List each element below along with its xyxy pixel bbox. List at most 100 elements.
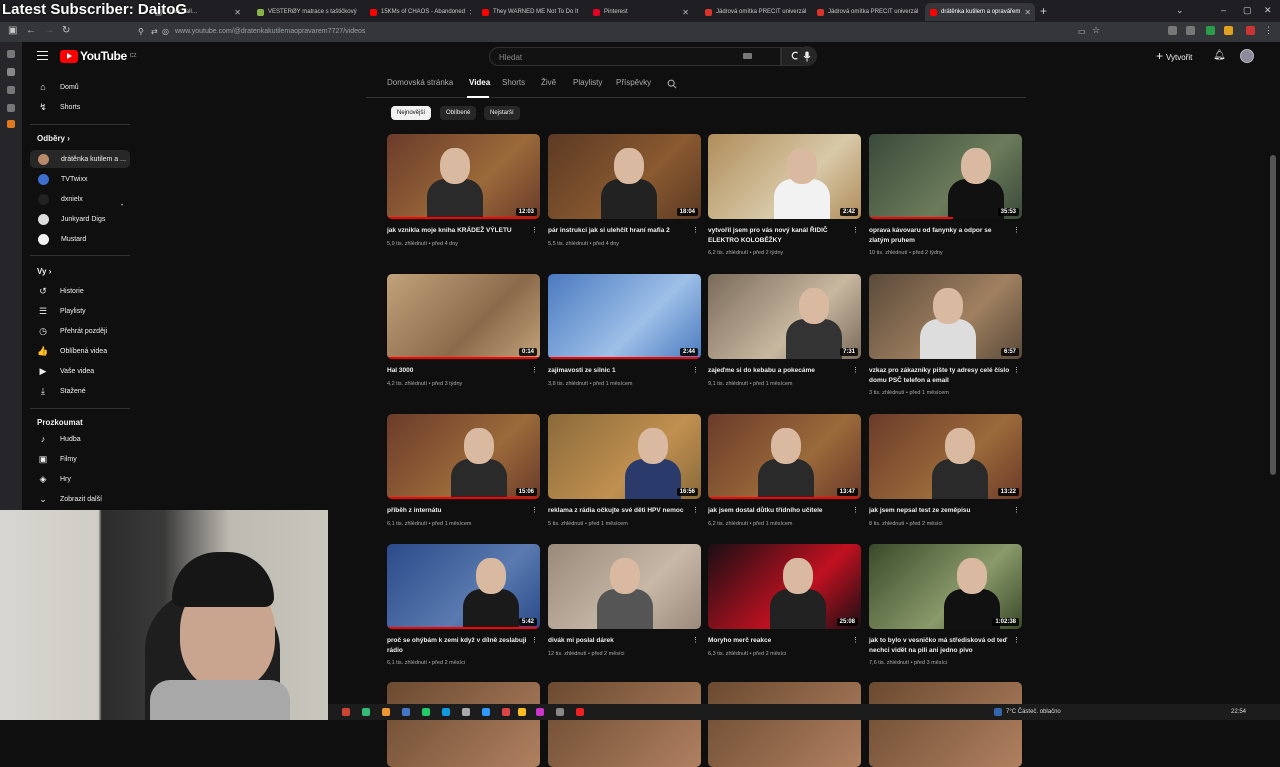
video-card[interactable]: 16:56 reklama z rádia očkujte své děti HP… (548, 414, 701, 527)
video-title[interactable]: jak jsem dostal důtku třídního učitele (708, 506, 851, 516)
more-actions-icon[interactable]: ⋮ (852, 506, 859, 514)
taskbar-app-icon[interactable] (362, 708, 370, 716)
video-card[interactable]: 6:57 vzkaz pro zákazníky pište ty adresy … (869, 274, 1022, 396)
sidebar-item[interactable]: ◷ Přehrát později (30, 322, 130, 340)
filter-chip[interactable]: Nejnovější (391, 106, 432, 120)
more-actions-icon[interactable]: ⋮ (692, 366, 699, 374)
channel-search-icon[interactable] (667, 79, 677, 89)
video-thumbnail[interactable]: 35:53 (869, 134, 1022, 219)
video-thumbnail[interactable]: 12:03 (387, 134, 540, 219)
rail-icon[interactable] (7, 50, 15, 58)
video-card[interactable]: 12:03 jak vznikla moje kniha KRÁDEŽ VÝLET… (387, 134, 540, 247)
filter-chip[interactable]: Oblíbené (440, 106, 477, 120)
video-thumbnail[interactable]: 16:56 (548, 414, 701, 499)
video-title[interactable]: vzkaz pro zákazníky pište ty adresy celé… (869, 366, 1012, 386)
video-card[interactable]: 18:04 pár instrukcí jak si ulehčit hraní … (548, 134, 701, 247)
video-title[interactable]: zajímavosti ze silnic 1 (548, 366, 691, 376)
cast-icon[interactable]: ▭ (1078, 27, 1086, 36)
video-card[interactable]: 7:31 zajeďme si do kebabu a pokecáme ⋮ 9,1 … (708, 274, 861, 387)
sidebar-item[interactable]: ▶ Vaše videa (30, 362, 130, 380)
filter-chip[interactable]: Nejstarší (484, 106, 520, 120)
channel-tab[interactable]: Domovská stránka (387, 78, 453, 87)
video-title[interactable]: jak jsem nepsal test ze zeměpisu (869, 506, 1012, 516)
extension-icon[interactable] (1224, 26, 1233, 35)
video-thumbnail[interactable] (708, 682, 861, 767)
video-thumbnail[interactable]: 2:44 (548, 274, 701, 359)
browser-tab[interactable]: They WARNED ME Not To Do It✕ (477, 3, 583, 21)
back-icon[interactable]: ← (26, 25, 36, 36)
sidebar-item-shorts[interactable]: ↯ Shorts (30, 98, 130, 116)
video-title[interactable]: proč se ohýbám k zemi když v dílně zesla… (387, 636, 530, 656)
taskbar-app-icon[interactable] (382, 708, 390, 716)
video-title[interactable]: příběh z internátu (387, 506, 530, 516)
site-info-icon[interactable]: ⚲ (138, 27, 144, 36)
video-thumbnail[interactable] (387, 682, 540, 767)
address-bar[interactable]: www.youtube.com/@dratenkakutilemaopravar… (175, 28, 365, 35)
video-thumbnail[interactable]: 2:42 (708, 134, 861, 219)
video-card[interactable]: 25:08 Moryho merč reakce ⋮ 6,3 tis. zhlédnu… (708, 544, 861, 657)
rail-icon[interactable] (7, 120, 15, 128)
video-title[interactable]: jak vznikla moje kniha KRÁDEŽ VÝLETU (387, 226, 530, 236)
keyboard-icon[interactable] (743, 53, 752, 59)
rail-icon[interactable] (7, 68, 15, 76)
channel-tab[interactable]: Živě (541, 78, 556, 87)
video-card[interactable]: 5:42 proč se ohýbám k zemi když v dílně z… (387, 544, 540, 666)
close-window-icon[interactable]: ✕ (1264, 5, 1272, 16)
sidebar-item[interactable]: ⤓ Stažené (30, 382, 130, 400)
notifications-bell-icon[interactable]: 🔔︎ (1213, 50, 1226, 61)
extension-icon[interactable] (1246, 26, 1255, 35)
taskbar-app-icon[interactable] (402, 708, 410, 716)
video-thumbnail[interactable]: 25:08 (708, 544, 861, 629)
video-thumbnail[interactable]: 13:22 (869, 414, 1022, 499)
taskbar-app-icon[interactable] (576, 708, 584, 716)
taskbar-app-icon[interactable] (482, 708, 490, 716)
close-tab-icon[interactable]: ✕ (682, 8, 689, 17)
video-title[interactable]: oprava kávovaru od fanynky a odpor se zl… (869, 226, 1012, 246)
video-card[interactable]: 15:06 příběh z internátu ⋮ 6,1 tis. zhlédnu… (387, 414, 540, 527)
video-thumbnail[interactable]: 13:47 (708, 414, 861, 499)
rail-icon[interactable] (7, 86, 15, 94)
video-card[interactable]: 0:14 Hal 3000 ⋮ 4,2 tis. zhlédnutí • před 3… (387, 274, 540, 387)
video-title[interactable]: jak to bylo v vesničko má středisková od… (869, 636, 1012, 656)
sidebar-subscription[interactable]: Junkyard Digs (30, 210, 130, 228)
sidebar-item[interactable]: ▣ Filmy (30, 450, 130, 468)
more-actions-icon[interactable]: ⋮ (852, 366, 859, 374)
more-actions-icon[interactable]: ⋮ (852, 226, 859, 234)
taskbar-app-icon[interactable] (462, 708, 470, 716)
sidebar-item[interactable]: ☰ Playlisty (30, 302, 130, 320)
video-card[interactable]: 2:44 zajímavosti ze silnic 1 ⋮ 3,8 tis. zhl… (548, 274, 701, 387)
browser-tab[interactable]: VESTERØY matrace s taštičkový✕ (252, 3, 358, 21)
hamburger-menu-icon[interactable] (37, 51, 48, 60)
extension-icon[interactable] (1206, 26, 1215, 35)
video-card[interactable]: 2:42 vytvořil jsem pro vás nový kanál ŘID… (708, 134, 861, 256)
close-tab-icon[interactable]: ✕ (1024, 8, 1031, 17)
sidebar-toggle-icon[interactable]: ▣ (8, 25, 17, 36)
video-thumbnail[interactable]: 5:42 (387, 544, 540, 629)
page-scrollbar[interactable] (1270, 155, 1276, 475)
more-actions-icon[interactable]: ⋮ (531, 636, 538, 644)
sidebar-item[interactable]: ↺ Historie (30, 282, 130, 300)
more-actions-icon[interactable]: ⋮ (852, 636, 859, 644)
taskbar-clock[interactable]: 22:54 (1231, 709, 1246, 715)
video-thumbnail[interactable] (548, 544, 701, 629)
sidebar-item[interactable]: ♪ Hudba (30, 430, 130, 448)
sidebar-subscription[interactable]: TVTwixx (30, 170, 130, 188)
video-thumbnail[interactable]: 15:06 (387, 414, 540, 499)
close-tab-icon[interactable]: ✕ (582, 8, 583, 17)
voice-search-button[interactable] (797, 46, 817, 66)
sidebar-item[interactable]: ⌄ Zobrazit další (30, 490, 130, 508)
browser-tab[interactable]: Jádrová omítka PRECIT univerzál✕ (700, 3, 806, 21)
video-card[interactable]: divák mi poslal dárek ⋮ 12 tis. zhlédnutí … (548, 544, 701, 657)
video-card[interactable]: 1:02:38 jak to bylo v vesničko má středis… (869, 544, 1022, 666)
more-actions-icon[interactable]: ⋮ (1013, 366, 1020, 374)
channel-tab[interactable]: Videa (469, 78, 490, 87)
more-actions-icon[interactable]: ⋮ (692, 506, 699, 514)
video-thumbnail[interactable]: 1:02:38 (869, 544, 1022, 629)
browser-tab[interactable]: Jádrová omítka PRECIT univerzál✕ (812, 3, 918, 21)
sidebar-item[interactable]: 👍 Oblíbená videa (30, 342, 130, 360)
more-actions-icon[interactable]: ⋮ (531, 506, 538, 514)
menu-icon[interactable]: ⋮ (1264, 25, 1273, 36)
close-tab-icon[interactable]: ✕ (234, 8, 241, 17)
browser-tab[interactable]: 15KMs of CHAOS - Abandoned✕ (365, 3, 471, 21)
video-card[interactable]: 35:53 oprava kávovaru od fanynky a odpor … (869, 134, 1022, 256)
